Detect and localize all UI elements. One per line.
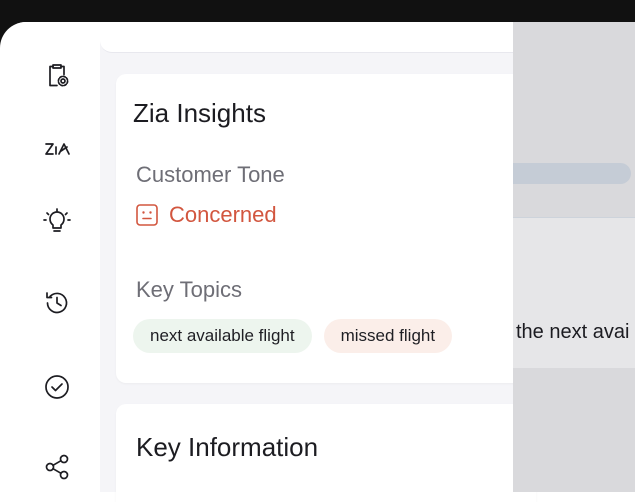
zia-insights-card: Zia Insights Customer Tone Concerned Key…: [116, 74, 536, 383]
key-topics-list: next available flight missed flight: [133, 319, 464, 353]
customer-tone-label: Customer Tone: [136, 162, 285, 187]
top-strip: [100, 22, 513, 53]
tone-text: Concerned: [169, 202, 277, 227]
history-icon[interactable]: [40, 286, 74, 320]
app-window: Zia Insights Customer Tone Concerned Key…: [0, 22, 635, 502]
background-text-panel: [513, 217, 635, 368]
clipboard-settings-icon[interactable]: [40, 58, 74, 92]
key-topics-label: Key Topics: [136, 277, 242, 302]
key-information-card: Key Information: [116, 404, 536, 502]
topic-chip-missed-flight[interactable]: missed flight: [323, 319, 453, 353]
dimmed-background-panel: the next avai: [513, 22, 635, 492]
neutral-face-icon: [136, 204, 158, 226]
main-content: Zia Insights Customer Tone Concerned Key…: [100, 22, 536, 502]
zia-logo-icon[interactable]: [40, 132, 74, 166]
sidebar: [20, 22, 101, 492]
topic-chip-next-available-flight[interactable]: next available flight: [133, 319, 312, 353]
share-icon[interactable]: [40, 450, 74, 484]
customer-tone-value: Concerned: [135, 202, 277, 228]
zia-insights-title: Zia Insights: [133, 98, 266, 128]
check-circle-icon[interactable]: [40, 370, 74, 404]
lightbulb-icon[interactable]: [40, 204, 74, 238]
background-progress-bar: [513, 163, 631, 184]
key-information-title: Key Information: [136, 432, 319, 462]
background-snippet-text: the next avai: [516, 321, 630, 343]
